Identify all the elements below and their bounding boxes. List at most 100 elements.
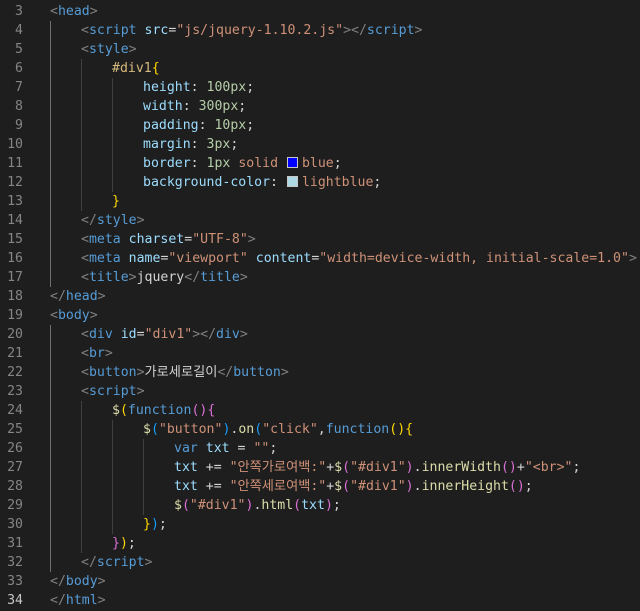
token-b1: (): [389, 422, 406, 437]
code-line[interactable]: 30});: [0, 515, 640, 534]
code-text: margin: 3px;: [143, 135, 238, 154]
token-b2: (: [293, 498, 302, 513]
token-tag: script: [88, 23, 137, 38]
token-str: "#div1": [189, 498, 246, 513]
code-line[interactable]: 18 </head>: [0, 287, 640, 306]
indent-guide: [50, 496, 51, 515]
token-punct: </: [184, 270, 201, 285]
indent-guide: [50, 211, 51, 230]
code-line[interactable]: 11 border: 1px solid blue;: [0, 154, 640, 173]
code-text: <button>가로세로길이</button>: [81, 363, 289, 382]
code-line[interactable]: 25 $("button").on("click",function(){: [0, 420, 640, 439]
indent-guide: [143, 439, 144, 458]
code-text: <meta charset="UTF-8">: [81, 230, 256, 249]
code-line[interactable]: 22 <button>가로세로길이</button>: [0, 363, 640, 382]
token-b2: }: [112, 536, 120, 551]
token-kw: function: [127, 403, 192, 418]
code-line[interactable]: 3 <head>: [0, 2, 640, 21]
token-num: 100px: [206, 80, 247, 95]
code-line[interactable]: 20 <div id="div1"></div>: [0, 325, 640, 344]
code-line[interactable]: 13}: [0, 192, 640, 211]
token-plain: :: [190, 156, 207, 171]
token-attr: name: [128, 251, 161, 266]
code-line[interactable]: 34 </html>: [0, 591, 640, 610]
code-line[interactable]: 23 <script>: [0, 382, 640, 401]
code-line[interactable]: 26 var txt = "";: [0, 439, 640, 458]
code-line[interactable]: 4 <script src="js/jquery-1.10.2.js"></scr…: [0, 21, 640, 40]
indent-guide: [112, 496, 113, 515]
code-text: <script src="js/jquery-1.10.2.js"></scri…: [81, 21, 422, 40]
token-b3: (: [150, 422, 159, 437]
indent-guide: [81, 458, 82, 477]
code-text: background-color: lightblue;: [143, 173, 381, 192]
token-plain: +: [326, 460, 335, 475]
token-b2: ): [405, 460, 414, 475]
code-line[interactable]: 7 height: 100px;: [0, 78, 640, 97]
token-val: blue: [301, 156, 334, 171]
indent-guide: [50, 420, 51, 439]
token-punct: ></: [192, 327, 217, 342]
indent-guide: [81, 78, 82, 97]
code-line[interactable]: 29 $("#div1").html(txt);: [0, 496, 640, 515]
code-line[interactable]: 27 txt += "안쪽가로여백:"+$("#div1").innerWidth…: [0, 458, 640, 477]
token-fn: on: [238, 422, 255, 437]
token-num: 3px: [206, 137, 231, 152]
token-punct: <: [81, 251, 89, 266]
code-text: $("#div1").html(txt);: [174, 496, 341, 515]
code-line[interactable]: 12 background-color: lightblue;: [0, 173, 640, 192]
indent-guide: [50, 325, 51, 344]
token-tag: div: [216, 327, 240, 342]
token-str: "viewport": [168, 251, 248, 266]
line-number: 25: [7, 422, 23, 437]
token-fn: $: [334, 479, 343, 494]
code-text: padding: 10px;: [143, 116, 254, 135]
token-punct: </: [81, 555, 97, 570]
token-punct: >: [239, 327, 248, 342]
code-line[interactable]: 14 </style>: [0, 211, 640, 230]
token-punct: <: [50, 4, 58, 19]
token-punct: >: [97, 574, 106, 589]
code-line[interactable]: 32 </script>: [0, 553, 640, 572]
indent-guide: [50, 534, 51, 553]
token-punct: </: [81, 213, 97, 228]
token-tag: head: [65, 289, 98, 304]
code-line[interactable]: 9 padding: 10px;: [0, 116, 640, 135]
code-line[interactable]: 24 $(function(){: [0, 401, 640, 420]
token-plain: :: [190, 137, 207, 152]
line-number: 30: [7, 517, 23, 532]
code-line[interactable]: 31});: [0, 534, 640, 553]
code-line[interactable]: 10 margin: 3px;: [0, 135, 640, 154]
token-punct: <: [81, 270, 89, 285]
line-number: 31: [7, 536, 23, 551]
token-str: "안쪽가로여백:": [229, 460, 327, 475]
token-val: solid: [238, 156, 279, 171]
code-line[interactable]: 16 <meta name="viewport" content="width=d…: [0, 249, 640, 268]
line-number: 15: [7, 232, 23, 247]
token-plain: ;: [246, 80, 255, 95]
code-line[interactable]: 5 <style>: [0, 40, 640, 59]
code-line[interactable]: 6 #div1{: [0, 59, 640, 78]
code-line[interactable]: 33 </body>: [0, 572, 640, 591]
code-editor[interactable]: 3 <head> 4 <script src="js/jquery-1.10.2.js…: [0, 0, 640, 611]
token-punct: </: [50, 289, 66, 304]
indent-guide: [50, 515, 51, 534]
code-text: $(function(){: [112, 401, 215, 420]
code-text: txt += "안쪽가로여백:"+$("#div1").innerWidth()…: [174, 458, 580, 477]
code-line[interactable]: 28 txt += "안쪽세로여백:"+$("#div1").innerHeigh…: [0, 477, 640, 496]
token-tag: br: [88, 346, 105, 361]
token-attr: src: [144, 23, 169, 38]
code-line[interactable]: 17 <title>jquery</title>: [0, 268, 640, 287]
token-tag: meta: [88, 251, 121, 266]
code-line[interactable]: 8 width: 300px;: [0, 97, 640, 116]
code-line[interactable]: 21 <br>: [0, 344, 640, 363]
token-plain: +=: [197, 460, 230, 475]
indent-guide: [112, 97, 113, 116]
token-kw: var: [174, 441, 198, 456]
code-line[interactable]: 15 <meta charset="UTF-8">: [0, 230, 640, 249]
token-b3: ): [150, 517, 159, 532]
code-line[interactable]: 19 <body>: [0, 306, 640, 325]
color-swatch-icon[interactable]: [286, 157, 298, 168]
color-swatch-icon[interactable]: [286, 176, 298, 187]
indent-guide: [112, 78, 113, 97]
